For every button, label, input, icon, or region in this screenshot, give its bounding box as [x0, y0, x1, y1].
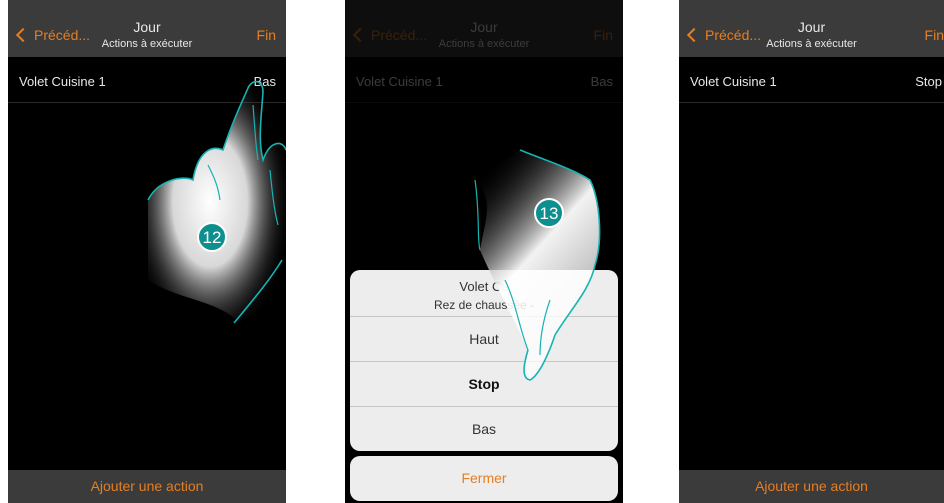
screen-2: Précéd... Jour Actions à exécuter Fin Vo…: [345, 0, 623, 503]
action-row-value: Stop: [915, 74, 942, 89]
action-row[interactable]: Volet Cuisine 1 Stop: [679, 57, 944, 103]
nav-header: Précéd... Jour Actions à exécuter Fin: [679, 0, 944, 57]
hand-pointer-icon: 12: [147, 80, 286, 324]
screen-3: Précéd... Jour Actions à exécuter Fin Vo…: [679, 0, 944, 503]
screen-1: Précéd... Jour Actions à exécuter Fin Vo…: [8, 0, 286, 503]
done-button[interactable]: Fin: [925, 27, 944, 43]
step-number-12: 12: [203, 228, 222, 247]
add-action-button[interactable]: Ajouter une action: [679, 470, 944, 503]
hand-pointer-icon: 13: [474, 149, 601, 381]
step-number-13: 13: [540, 204, 559, 223]
page-title: Jour: [797, 19, 826, 35]
action-row-label: Volet Cuisine 1: [690, 74, 777, 89]
page-subtitle: Actions à exécuter: [766, 38, 857, 50]
